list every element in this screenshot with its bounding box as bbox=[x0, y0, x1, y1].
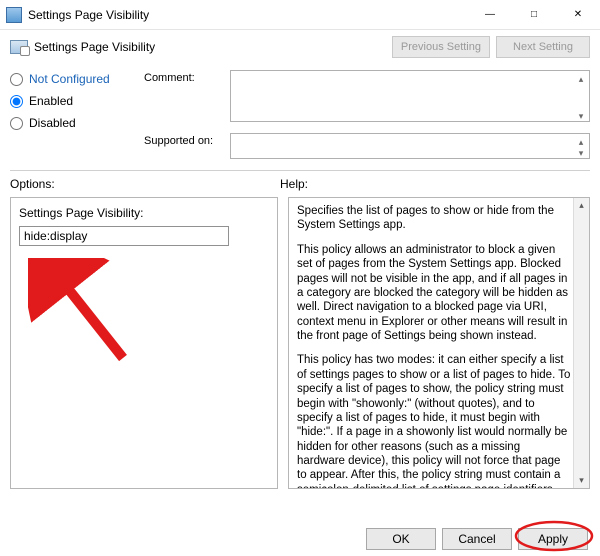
ok-button[interactable]: OK bbox=[366, 528, 436, 550]
minimize-button[interactable]: ― bbox=[468, 0, 512, 29]
dialog-buttons: OK Cancel Apply bbox=[0, 528, 600, 550]
window-controls: ― □ ✕ bbox=[468, 0, 600, 29]
radio-not-configured[interactable]: Not Configured bbox=[10, 72, 130, 86]
previous-setting-button[interactable]: Previous Setting bbox=[392, 36, 490, 58]
radio-disabled-input[interactable] bbox=[10, 117, 23, 130]
policy-title: Settings Page Visibility bbox=[34, 40, 392, 54]
radio-enabled-input[interactable] bbox=[10, 95, 23, 108]
header-strip: Settings Page Visibility Previous Settin… bbox=[0, 30, 600, 64]
app-icon bbox=[6, 7, 22, 23]
radio-disabled[interactable]: Disabled bbox=[10, 116, 130, 130]
help-section-label: Help: bbox=[280, 177, 590, 191]
supported-row: Supported on: ▴ ▾ bbox=[144, 133, 590, 162]
apply-button[interactable]: Apply bbox=[518, 528, 588, 550]
options-panel: Settings Page Visibility: bbox=[10, 197, 278, 489]
radio-disabled-label: Disabled bbox=[29, 116, 76, 130]
state-radios: Not Configured Enabled Disabled bbox=[10, 70, 130, 162]
scroll-up-icon[interactable]: ▴ bbox=[574, 72, 588, 86]
help-paragraph-3: This policy has two modes: it can either… bbox=[297, 353, 571, 489]
supported-label: Supported on: bbox=[144, 133, 224, 147]
title-bar: Settings Page Visibility ― □ ✕ bbox=[0, 0, 600, 30]
maximize-button[interactable]: □ bbox=[512, 0, 556, 29]
state-and-fields: Not Configured Enabled Disabled Comment:… bbox=[0, 64, 600, 168]
help-paragraph-2: This policy allows an administrator to b… bbox=[297, 243, 571, 344]
help-paragraph-1: Specifies the list of pages to show or h… bbox=[297, 204, 571, 233]
next-setting-button[interactable]: Next Setting bbox=[496, 36, 590, 58]
radio-enabled-label: Enabled bbox=[29, 94, 73, 108]
help-panel: Specifies the list of pages to show or h… bbox=[288, 197, 590, 489]
section-labels: Options: Help: bbox=[0, 173, 600, 193]
close-button[interactable]: ✕ bbox=[556, 0, 600, 29]
radio-not-configured-label: Not Configured bbox=[29, 72, 110, 86]
scroll-down-icon[interactable]: ▾ bbox=[574, 146, 588, 160]
split-panels: Settings Page Visibility: Specifies the … bbox=[0, 193, 600, 493]
scroll-up-icon[interactable]: ▴ bbox=[579, 200, 584, 211]
policy-icon bbox=[10, 40, 28, 54]
cancel-button[interactable]: Cancel bbox=[442, 528, 512, 550]
window-title: Settings Page Visibility bbox=[28, 8, 468, 22]
supported-textarea[interactable] bbox=[230, 133, 590, 159]
options-field-label: Settings Page Visibility: bbox=[19, 206, 269, 220]
scroll-down-icon[interactable]: ▾ bbox=[574, 109, 588, 123]
help-scrollbar[interactable]: ▴ ▾ bbox=[573, 198, 589, 488]
comment-row: Comment: ▴ ▾ bbox=[144, 70, 590, 125]
comment-label: Comment: bbox=[144, 70, 224, 84]
options-section-label: Options: bbox=[10, 177, 280, 191]
settings-page-visibility-input[interactable] bbox=[19, 226, 229, 246]
comment-textarea[interactable] bbox=[230, 70, 590, 122]
radio-not-configured-input[interactable] bbox=[10, 73, 23, 86]
radio-enabled[interactable]: Enabled bbox=[10, 94, 130, 108]
divider bbox=[10, 170, 590, 171]
scroll-down-icon[interactable]: ▾ bbox=[579, 475, 584, 486]
